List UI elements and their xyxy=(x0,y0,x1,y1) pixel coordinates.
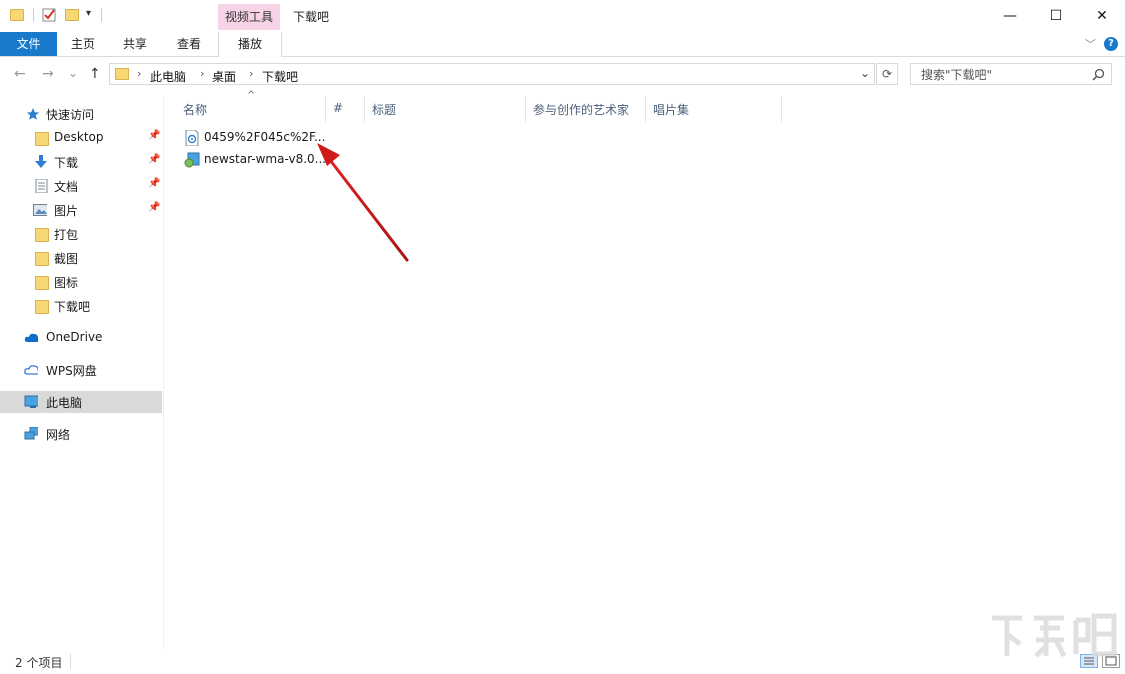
column-header-title[interactable]: 标题 xyxy=(372,101,396,118)
sidebar-item-wps-cloud[interactable]: WPS网盘 xyxy=(0,359,162,381)
separator xyxy=(70,653,71,669)
pin-icon: 📌 xyxy=(148,130,161,141)
sidebar-item-label: 下载吧 xyxy=(54,300,91,314)
breadcrumb-this-pc[interactable]: 此电脑 xyxy=(150,68,186,85)
breadcrumb-separator: › xyxy=(200,67,205,80)
column-divider[interactable] xyxy=(781,96,782,122)
sidebar-item-label: 图标 xyxy=(54,276,79,290)
breadcrumb-current-folder[interactable]: 下载吧 xyxy=(262,68,298,85)
sidebar-item-label: Desktop xyxy=(54,130,104,144)
folder-icon xyxy=(35,300,49,314)
title-bar: ▾ 视频工具 下载吧 — ☐ ✕ xyxy=(0,0,1125,32)
sidebar-item-pictures[interactable]: 图片 📌 xyxy=(0,199,162,221)
sidebar-item-xiazaiba[interactable]: 下载吧 xyxy=(0,295,162,317)
sidebar-item-label: WPS网盘 xyxy=(46,364,97,378)
cloud-outline-icon xyxy=(24,365,38,375)
tab-share[interactable]: 共享 xyxy=(109,32,161,56)
forward-button[interactable]: → xyxy=(42,66,54,82)
sidebar-item-network[interactable]: 网络 xyxy=(0,423,162,445)
quick-access-label: 快速访问 xyxy=(46,108,95,122)
media-file-icon xyxy=(185,130,199,146)
search-box[interactable] xyxy=(910,63,1112,85)
status-bar xyxy=(0,650,1125,674)
tab-view[interactable]: 查看 xyxy=(161,32,217,56)
breadcrumb-desktop[interactable]: 桌面 xyxy=(212,68,236,85)
back-button[interactable]: ← xyxy=(14,66,26,82)
sidebar-item-label: 图片 xyxy=(54,204,79,218)
sidebar-item-onedrive[interactable]: OneDrive xyxy=(0,327,162,349)
search-icon[interactable] xyxy=(1092,68,1105,81)
close-button[interactable]: ✕ xyxy=(1079,0,1125,32)
expand-ribbon-icon[interactable]: ﹀ xyxy=(1085,36,1096,52)
pin-icon: 📌 xyxy=(148,154,161,165)
address-dropdown-icon[interactable]: ⌄ xyxy=(860,66,870,80)
help-icon[interactable]: ? xyxy=(1104,37,1118,51)
folder-icon xyxy=(35,252,49,266)
folder-icon xyxy=(35,228,49,242)
computer-icon xyxy=(24,395,38,408)
column-divider[interactable] xyxy=(645,96,646,122)
refresh-button[interactable]: ⟳ xyxy=(876,63,898,85)
sidebar-item-label: 下载 xyxy=(54,156,79,170)
pin-icon: 📌 xyxy=(148,178,161,189)
folder-icon xyxy=(115,68,129,80)
navigation-pane: 快速访问 Desktop 📌 下载 📌 文档 📌 图片 📌 打包 截图 图标 下… xyxy=(0,96,164,650)
separator xyxy=(101,8,102,22)
ribbon-tab-bar: 文件 主页 共享 查看 播放 ﹀ ? xyxy=(0,32,1125,57)
sidebar-item-this-pc[interactable]: 此电脑 xyxy=(0,391,162,413)
separator xyxy=(33,8,34,22)
document-icon xyxy=(35,179,48,193)
column-header-artist[interactable]: 参与创作的艺术家 xyxy=(533,101,629,118)
sidebar-item-label: 截图 xyxy=(54,252,79,266)
tab-file[interactable]: 文件 xyxy=(0,32,57,56)
sidebar-item-label: OneDrive xyxy=(46,330,103,344)
recent-locations-icon[interactable]: ⌄ xyxy=(68,66,78,80)
quick-access[interactable]: 快速访问 xyxy=(0,103,162,125)
item-count: 2 个项目 xyxy=(15,656,63,670)
breadcrumb-separator: › xyxy=(249,67,254,80)
sidebar-item-label: 文档 xyxy=(54,180,79,194)
tab-home[interactable]: 主页 xyxy=(57,32,109,56)
sort-indicator-icon: ^ xyxy=(247,90,256,101)
column-divider[interactable] xyxy=(364,96,365,122)
column-header-number[interactable]: # xyxy=(333,101,343,115)
video-tools-context-label: 视频工具 xyxy=(218,4,280,30)
folder-icon[interactable] xyxy=(10,7,24,23)
folder-icon xyxy=(35,132,49,146)
picture-icon xyxy=(33,204,47,216)
network-icon xyxy=(24,427,38,440)
column-divider[interactable] xyxy=(325,96,326,122)
column-header-album[interactable]: 唱片集 xyxy=(653,101,689,118)
column-divider[interactable] xyxy=(525,96,526,122)
column-header-name[interactable]: 名称 xyxy=(183,101,207,118)
sidebar-item-icons[interactable]: 图标 xyxy=(0,271,162,293)
sidebar-item-label: 打包 xyxy=(54,228,79,242)
breadcrumb-separator: › xyxy=(137,67,142,80)
window-title: 下载吧 xyxy=(293,10,330,24)
star-icon xyxy=(27,108,39,120)
customize-toolbar-chevron-icon[interactable]: ▾ xyxy=(86,8,91,19)
watermark-logo xyxy=(992,613,1117,658)
up-button[interactable]: ↑ xyxy=(89,66,101,82)
sidebar-item-pack[interactable]: 打包 xyxy=(0,223,162,245)
pin-icon: 📌 xyxy=(148,202,161,213)
sidebar-item-downloads[interactable]: 下载 📌 xyxy=(0,151,162,173)
properties-check-icon[interactable] xyxy=(42,7,56,23)
folder-icon xyxy=(35,276,49,290)
maximize-button[interactable]: ☐ xyxy=(1033,0,1079,32)
installer-icon xyxy=(184,152,200,168)
address-bar[interactable]: › 此电脑 › 桌面 › 下载吧 ⌄ xyxy=(109,63,875,85)
sidebar-item-documents[interactable]: 文档 📌 xyxy=(0,175,162,197)
sidebar-item-screenshots[interactable]: 截图 xyxy=(0,247,162,269)
cloud-icon xyxy=(24,333,38,342)
sidebar-item-desktop[interactable]: Desktop 📌 xyxy=(0,127,162,149)
sidebar-item-label: 网络 xyxy=(46,428,71,442)
minimize-button[interactable]: — xyxy=(987,0,1033,32)
annotation-arrow xyxy=(317,143,409,262)
new-folder-icon[interactable] xyxy=(65,7,79,23)
search-input[interactable] xyxy=(919,66,1093,84)
download-icon xyxy=(35,155,47,168)
sidebar-item-label: 此电脑 xyxy=(46,396,83,410)
tab-play[interactable]: 播放 xyxy=(218,32,282,57)
